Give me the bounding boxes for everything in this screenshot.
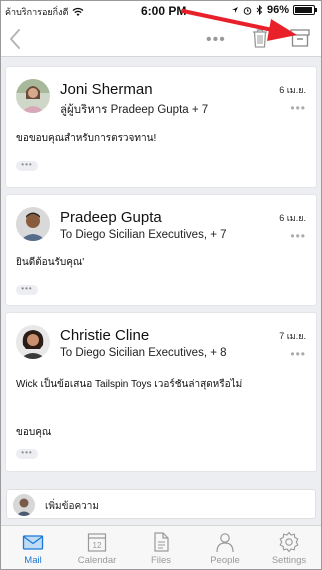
message-toolbar: •••	[1, 21, 321, 57]
sender-name: Joni Sherman	[60, 81, 153, 98]
message-card[interactable]: Pradeep Gupta To Diego Sicilian Executiv…	[6, 195, 316, 305]
wifi-icon	[72, 7, 84, 16]
tab-mail[interactable]: Mail	[1, 526, 65, 569]
sender-name: Christie Cline	[60, 327, 150, 344]
people-icon	[216, 533, 234, 553]
message-date: 6 เม.ย.	[279, 85, 306, 95]
avatar	[16, 79, 50, 113]
message-body: Wick เป็นข้อเสนอ Tailspin Toys เวอร์ชันล…	[16, 379, 243, 390]
reply-bar[interactable]: เพิ่มข้อความ	[6, 489, 316, 519]
message-more-button[interactable]: •••	[290, 229, 306, 243]
expand-quoted-button[interactable]: •••	[16, 449, 38, 459]
reply-input[interactable]: เพิ่มข้อความ	[45, 499, 99, 514]
back-chevron-icon[interactable]	[7, 27, 25, 51]
sender-name: Pradeep Gupta	[60, 209, 162, 226]
message-card[interactable]: Joni Sherman ลู่ผู้บริหาร Pradeep Gupta …	[6, 67, 316, 187]
tab-bar: Mail 12 Calendar Files People Settings	[1, 525, 321, 569]
tab-label: Files	[150, 555, 172, 566]
message-body: ยินดีต้อนรับคุณ'	[16, 257, 85, 268]
expand-quoted-button[interactable]: •••	[16, 161, 38, 171]
tab-label: Calendar	[77, 555, 117, 566]
tab-files[interactable]: Files	[129, 526, 193, 569]
battery-percent: 96%	[266, 4, 289, 16]
tab-label: People	[210, 555, 240, 566]
status-bar: ค้าบริการอยกิ่งตี 6:00 PM 96%	[1, 1, 321, 21]
app-frame: ค้าบริการอยกิ่งตี 6:00 PM 96% ••• Joni S…	[0, 0, 322, 570]
location-icon	[231, 7, 238, 13]
battery-fill	[295, 7, 312, 13]
message-more-button[interactable]: •••	[290, 347, 306, 361]
message-body: ขอขอบคุณสำหรับการตรวจทาน!	[16, 133, 157, 144]
bluetooth-icon	[256, 5, 263, 15]
more-actions-button[interactable]: •••	[206, 31, 226, 49]
tab-label: Mail	[24, 555, 42, 566]
files-icon	[154, 532, 169, 552]
calendar-icon: 12	[87, 533, 107, 552]
expand-quoted-button[interactable]: •••	[16, 285, 38, 295]
my-avatar	[13, 494, 35, 516]
tab-label: Settings	[271, 555, 307, 566]
tab-people[interactable]: People	[193, 526, 257, 569]
battery-icon	[293, 5, 317, 15]
message-card[interactable]: Christie Cline To Diego Sicilian Executi…	[6, 313, 316, 471]
recipients: ลู่ผู้บริหาร Pradeep Gupta + 7	[60, 104, 209, 116]
avatar	[16, 207, 50, 241]
recipients: To Diego Sicilian Executives, + 7	[60, 229, 227, 241]
avatar	[16, 325, 50, 359]
archive-icon[interactable]	[289, 28, 311, 48]
message-date: 6 เม.ย.	[279, 213, 306, 223]
message-date: 7 เม.ย.	[279, 331, 306, 341]
tab-calendar[interactable]: 12 Calendar	[65, 526, 129, 569]
message-more-button[interactable]: •••	[290, 101, 306, 115]
mail-icon	[22, 535, 44, 550]
carrier-label: ค้าบริการอยกิ่งตี	[5, 7, 69, 17]
calendar-day: 12	[93, 541, 102, 550]
settings-icon	[279, 531, 299, 553]
alarm-icon	[243, 6, 252, 15]
delete-icon[interactable]	[251, 27, 269, 49]
message-body-signoff: ขอบคุณ	[16, 427, 52, 438]
recipients: To Diego Sicilian Executives, + 8	[60, 347, 227, 359]
tab-settings[interactable]: Settings	[257, 526, 321, 569]
status-time: 6:00 PM	[141, 4, 187, 18]
